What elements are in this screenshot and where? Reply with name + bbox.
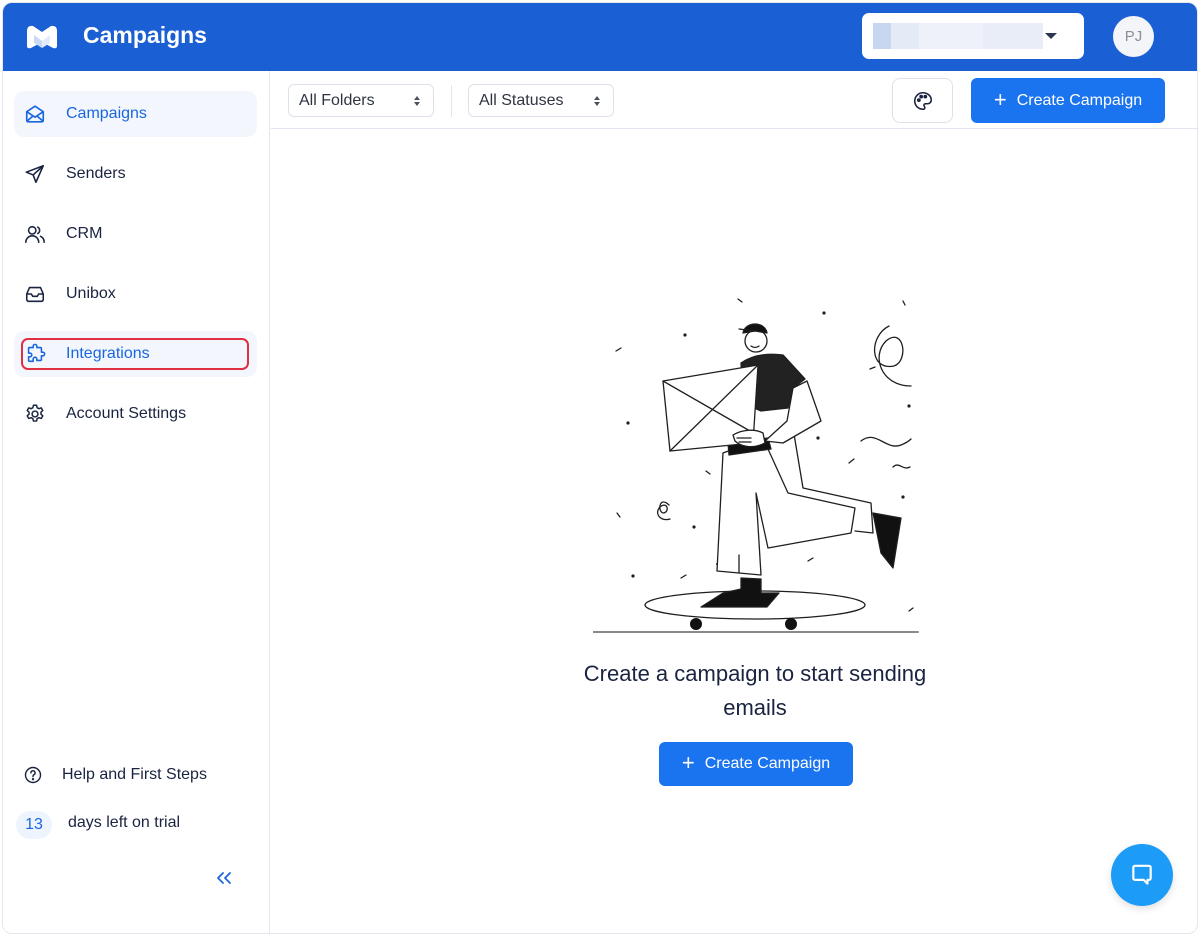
empty-state-illustration <box>593 298 919 633</box>
chat-support-button[interactable] <box>1111 844 1173 906</box>
users-icon <box>25 225 45 244</box>
sidebar-item-label: Campaigns <box>66 105 147 122</box>
sidebar-item-label: Unibox <box>66 285 116 302</box>
sort-caret-icon <box>414 96 420 106</box>
chat-bubble-icon <box>1132 864 1152 885</box>
toolbar: All Folders All Statuses + Create Campai… <box>271 71 1197 129</box>
create-campaign-label: Create Campaign <box>1016 91 1143 109</box>
app-window: Campaigns PJ Campaigns Senders CRM Unibo… <box>2 2 1198 934</box>
create-campaign-cta-label: Create Campaign <box>704 755 831 772</box>
collapse-sidebar-button[interactable] <box>213 867 235 889</box>
top-header: Campaigns PJ <box>3 3 1197 71</box>
sidebar-item-senders[interactable]: Senders <box>14 151 257 197</box>
folder-filter-value: All Folders <box>299 91 375 109</box>
envelope-open-icon <box>25 105 45 123</box>
sidebar-item-account-settings[interactable]: Account Settings <box>14 391 257 437</box>
plus-icon: + <box>681 750 695 775</box>
sidebar-item-crm[interactable]: CRM <box>14 211 257 257</box>
squiggle <box>892 464 911 469</box>
workspace-name-redacted <box>873 23 1043 49</box>
trial-status: 13 days left on trial <box>16 811 180 839</box>
sidebar-item-campaigns[interactable]: Campaigns <box>14 91 257 137</box>
empty-state-title: Create a campaign to start sending email… <box>583 661 927 720</box>
sort-caret-icon <box>594 96 600 106</box>
status-filter-value: All Statuses <box>479 91 564 109</box>
sidebar: Campaigns Senders CRM Unibox Integration… <box>3 71 270 933</box>
sidebar-item-label: Senders <box>66 165 126 182</box>
sidebar-item-label: Integrations <box>66 345 150 362</box>
inbox-icon <box>25 286 45 303</box>
sidebar-item-integrations[interactable]: Integrations <box>14 331 257 377</box>
question-circle-icon <box>24 766 42 784</box>
create-campaign-button[interactable]: + Create Campaign <box>971 78 1165 123</box>
sidebar-item-unibox[interactable]: Unibox <box>14 271 257 317</box>
page-title: Campaigns <box>83 22 207 48</box>
sidebar-item-label: Account Settings <box>66 405 187 422</box>
palette-icon <box>913 91 932 110</box>
squiggle <box>860 436 912 447</box>
trial-label: days left on trial <box>68 814 181 831</box>
squiggle <box>656 501 671 521</box>
sidebar-item-label: CRM <box>66 225 103 242</box>
paper-plane-icon <box>25 164 45 184</box>
folder-filter-select[interactable]: All Folders <box>288 84 434 117</box>
squiggle <box>873 325 912 387</box>
status-filter-select[interactable]: All Statuses <box>468 84 614 117</box>
puzzle-icon <box>27 343 46 363</box>
caret-down-icon <box>1045 33 1057 39</box>
chevrons-left-icon <box>217 872 231 884</box>
gear-icon <box>26 404 44 422</box>
workspace-select[interactable] <box>862 13 1084 59</box>
theme-palette-button[interactable] <box>892 78 953 123</box>
trial-days-badge: 13 <box>16 811 52 839</box>
brand-logo-icon <box>27 25 57 49</box>
help-label: Help and First Steps <box>62 766 207 783</box>
avatar[interactable]: PJ <box>1113 16 1154 57</box>
toolbar-divider <box>451 85 452 117</box>
plus-icon: + <box>993 86 1007 112</box>
create-campaign-cta-button[interactable]: + Create Campaign <box>659 742 853 786</box>
help-link[interactable]: Help and First Steps <box>23 765 207 785</box>
